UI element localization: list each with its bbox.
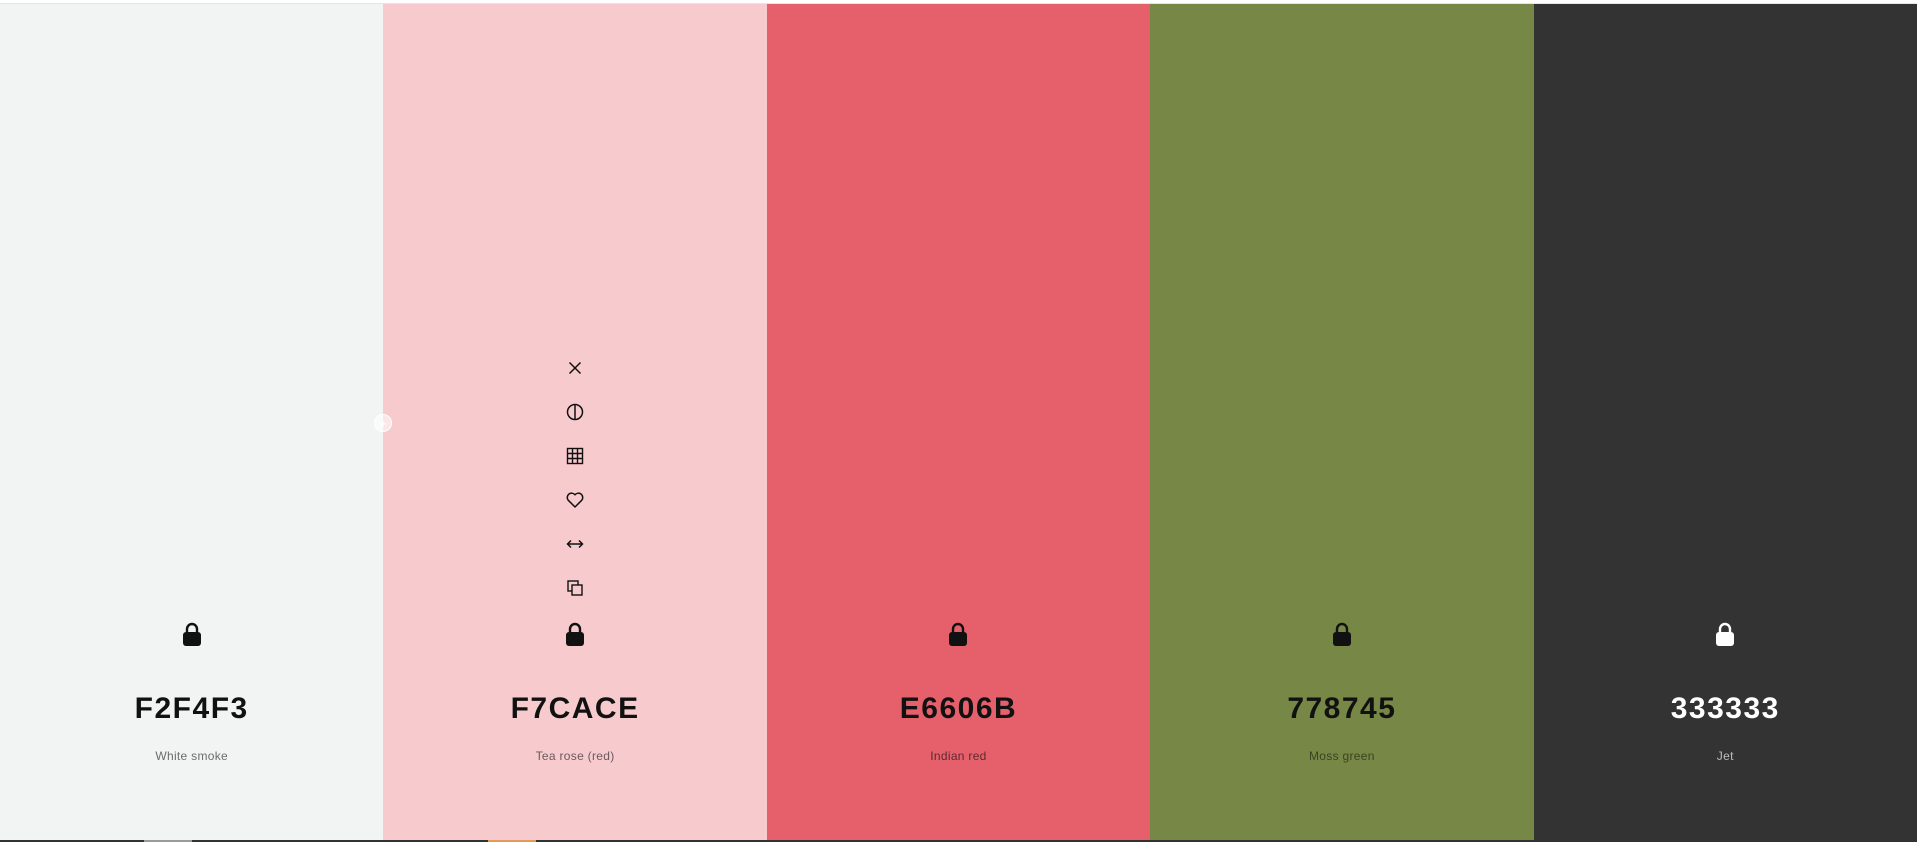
color-name[interactable]: Moss green [1150,749,1533,763]
lock-icon[interactable] [1330,621,1354,647]
lock-icon[interactable] [1713,621,1737,647]
contrast-icon[interactable] [565,402,585,422]
color-name[interactable]: Indian red [767,749,1150,763]
hex-code[interactable]: F7CACE [383,692,766,726]
shades-grid-icon[interactable] [565,446,585,466]
color-name[interactable]: White smoke [0,749,383,763]
heart-icon[interactable] [565,490,585,510]
plus-icon: + [379,415,387,431]
lock-icon[interactable] [946,621,970,647]
color-name[interactable]: Tea rose (red) [383,749,766,763]
hex-code[interactable]: 333333 [1534,692,1917,726]
drag-arrows-icon[interactable] [565,534,585,554]
color-name[interactable]: Jet [1534,749,1917,763]
color-swatch[interactable]: F7CACE Tea rose (red) [383,4,767,842]
color-swatch[interactable]: 333333 Jet [1533,4,1917,842]
swatch-toolbar [383,358,766,598]
copy-icon[interactable] [565,578,585,598]
color-swatch[interactable]: 778745 Moss green [1150,4,1534,842]
add-color-button[interactable]: + [374,414,392,432]
close-icon[interactable] [565,358,585,378]
color-palette: F2F4F3 White smoke F7CACE Tea rose (red)… [0,3,1917,842]
hex-code[interactable]: F2F4F3 [0,692,383,726]
hex-code[interactable]: 778745 [1150,692,1533,726]
lock-icon[interactable] [180,621,204,647]
color-swatch[interactable]: E6606B Indian red [766,4,1151,842]
color-swatch[interactable]: F2F4F3 White smoke [0,4,384,842]
lock-icon[interactable] [563,621,587,647]
hex-code[interactable]: E6606B [767,692,1150,726]
